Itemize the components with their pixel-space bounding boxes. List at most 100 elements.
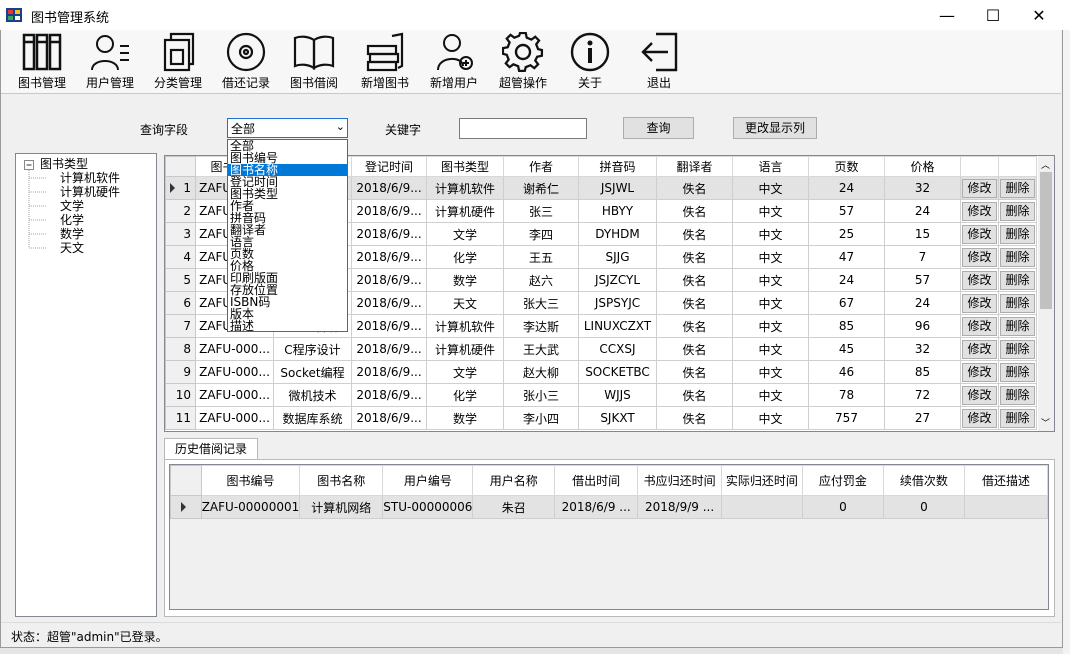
history-column-header[interactable]: 应付罚金	[801, 465, 884, 496]
column-header[interactable]: 页数	[808, 156, 885, 177]
collapse-icon[interactable]	[24, 160, 34, 170]
dropdown-option[interactable]: 描述	[228, 320, 347, 331]
close-button[interactable]: ✕	[1016, 0, 1062, 30]
tree-node-astronomy[interactable]: 天文	[60, 241, 84, 255]
delete-button[interactable]: 删除	[1000, 339, 1035, 359]
toolbar-user-management[interactable]: 用户管理	[83, 32, 137, 92]
toolbar-exit[interactable]: 退出	[636, 32, 682, 92]
toolbar-add-book[interactable]: 新增图书	[357, 32, 413, 92]
toolbar-admin-operations[interactable]: 超管操作	[495, 32, 551, 92]
tab-history[interactable]: 历史借阅记录	[164, 438, 258, 460]
edit-button[interactable]: 修改	[962, 224, 997, 244]
history-column-header[interactable]: 续借次数	[882, 465, 965, 496]
tree-node-software[interactable]: 计算机软件	[60, 171, 120, 185]
user-list-icon	[91, 35, 129, 71]
row-number[interactable]: 4	[165, 245, 196, 269]
history-column-header[interactable]: 借还描述	[963, 465, 1048, 496]
table-row[interactable]: 8 ZAFU-000... C程序设计 2018/6/9... 计算机硬件 王大武 CCXS…	[165, 337, 1037, 361]
edit-button[interactable]: 修改	[962, 316, 997, 336]
tree-node-literature[interactable]: 文学	[60, 199, 84, 213]
table-row[interactable]: 11 ZAFU-000... 数据库系统 2018/6/9... 数学 李小四 SJKXT 佚…	[165, 406, 1037, 430]
delete-button[interactable]: 删除	[1000, 385, 1035, 405]
edit-button[interactable]: 修改	[962, 362, 997, 382]
history-cell: 2018/9/9 ...	[637, 495, 722, 519]
edit-button[interactable]: 修改	[962, 178, 997, 198]
query-field-select[interactable]: 全部 ⌄	[227, 118, 348, 138]
history-grid[interactable]: 图书编号 图书名称 用户编号 用户名称 借出时间 书应归还时间 实际归还时间 应付罚金 续借次数…	[169, 464, 1049, 610]
row-number[interactable]: 9	[165, 360, 196, 384]
edit-button[interactable]: 修改	[962, 408, 997, 428]
button-cell: 删除	[998, 383, 1037, 407]
column-header[interactable]	[960, 156, 999, 177]
history-column-header[interactable]: 用户编号	[382, 465, 474, 496]
edit-button[interactable]: 修改	[962, 247, 997, 267]
row-number[interactable]: 11	[165, 406, 196, 430]
row-number[interactable]: 2	[165, 199, 196, 223]
row-number[interactable]: 10	[165, 383, 196, 407]
delete-button[interactable]: 删除	[1000, 362, 1035, 382]
row-number[interactable]: 1	[165, 176, 196, 200]
toolbar-book-management[interactable]: 图书管理	[16, 32, 68, 92]
column-header[interactable]: 登记时间	[351, 156, 427, 177]
tree-node-hardware[interactable]: 计算机硬件	[60, 185, 120, 199]
table-row[interactable]: 10 ZAFU-000... 微机技术 2018/6/9... 化学 张小三 WJJS 佚名中…	[165, 383, 1037, 407]
button-cell: 删除	[998, 222, 1037, 246]
column-header[interactable]: 作者	[503, 156, 579, 177]
edit-button[interactable]: 修改	[962, 293, 997, 313]
column-header[interactable]	[165, 156, 196, 177]
history-column-header[interactable]	[170, 465, 202, 496]
table-row[interactable]: 9 ZAFU-000... Socket编程 2018/6/9... 文学 赵大柳 SOCK…	[165, 360, 1037, 384]
search-button[interactable]: 查询	[623, 117, 694, 139]
row-number[interactable]: 7	[165, 314, 196, 338]
delete-button[interactable]: 删除	[1000, 316, 1035, 336]
column-header[interactable]: 价格	[884, 156, 961, 177]
table-cell: 中文	[732, 245, 809, 269]
toolbar-book-borrow[interactable]: 图书借阅	[287, 32, 341, 92]
toolbar-category-management[interactable]: 分类管理	[151, 32, 205, 92]
delete-button[interactable]: 删除	[1000, 270, 1035, 290]
delete-button[interactable]: 删除	[1000, 247, 1035, 267]
minimize-button[interactable]: —	[924, 0, 970, 30]
row-number[interactable]: 6	[165, 291, 196, 315]
table-cell: 中文	[732, 268, 809, 292]
history-column-header[interactable]: 借出时间	[553, 465, 639, 496]
tree-node-math[interactable]: 数学	[60, 227, 84, 241]
delete-button[interactable]: 删除	[1000, 224, 1035, 244]
row-header[interactable]	[170, 495, 202, 519]
tree-node-chemistry[interactable]: 化学	[60, 213, 84, 227]
toolbar-add-user[interactable]: 新增用户	[426, 32, 482, 92]
edit-button[interactable]: 修改	[962, 270, 997, 290]
row-number[interactable]: 8	[165, 337, 196, 361]
row-number[interactable]: 3	[165, 222, 196, 246]
history-row[interactable]: ZAFU-00000001 计算机网络 STU-00000006 朱召 2018/6/9…	[170, 495, 1048, 519]
delete-button[interactable]: 删除	[1000, 178, 1035, 198]
column-header[interactable]: 图书类型	[426, 156, 504, 177]
query-field-dropdown[interactable]: 全部 图书编号 图书名称 登记时间 图书类型 作者 拼音码 翻译者 语言 页数 价格 印刷版面 存放位置…	[227, 139, 348, 332]
category-tree[interactable]: 图书类型 计算机软件 计算机硬件 文学 化学 数学 天文	[15, 153, 157, 617]
keyword-input[interactable]	[459, 118, 587, 139]
scroll-down-icon[interactable]: ﹀	[1041, 416, 1050, 429]
edit-button[interactable]: 修改	[962, 385, 997, 405]
delete-button[interactable]: 删除	[1000, 408, 1035, 428]
toolbar-about[interactable]: 关于	[567, 32, 613, 92]
column-header[interactable]: 语言	[732, 156, 809, 177]
history-column-header[interactable]: 书应归还时间	[637, 465, 722, 496]
history-column-header[interactable]: 用户名称	[472, 465, 555, 496]
scrollbar-thumb[interactable]	[1040, 172, 1052, 309]
tree-root[interactable]: 图书类型	[40, 157, 88, 171]
delete-button[interactable]: 删除	[1000, 201, 1035, 221]
toolbar-borrow-records[interactable]: 借还记录	[219, 32, 273, 92]
scroll-up-icon[interactable]: ︿	[1041, 158, 1050, 171]
edit-button[interactable]: 修改	[962, 201, 997, 221]
history-column-header[interactable]: 实际归还时间	[720, 465, 803, 496]
column-header[interactable]: 翻译者	[656, 156, 733, 177]
column-header[interactable]	[998, 156, 1037, 177]
delete-button[interactable]: 删除	[1000, 293, 1035, 313]
row-number[interactable]: 5	[165, 268, 196, 292]
history-column-header[interactable]: 图书名称	[299, 465, 384, 496]
maximize-button[interactable]: ☐	[970, 0, 1016, 30]
edit-button[interactable]: 修改	[962, 339, 997, 359]
column-header[interactable]: 拼音码	[578, 156, 657, 177]
history-column-header[interactable]: 图书编号	[200, 465, 301, 496]
change-columns-button[interactable]: 更改显示列	[733, 117, 817, 139]
